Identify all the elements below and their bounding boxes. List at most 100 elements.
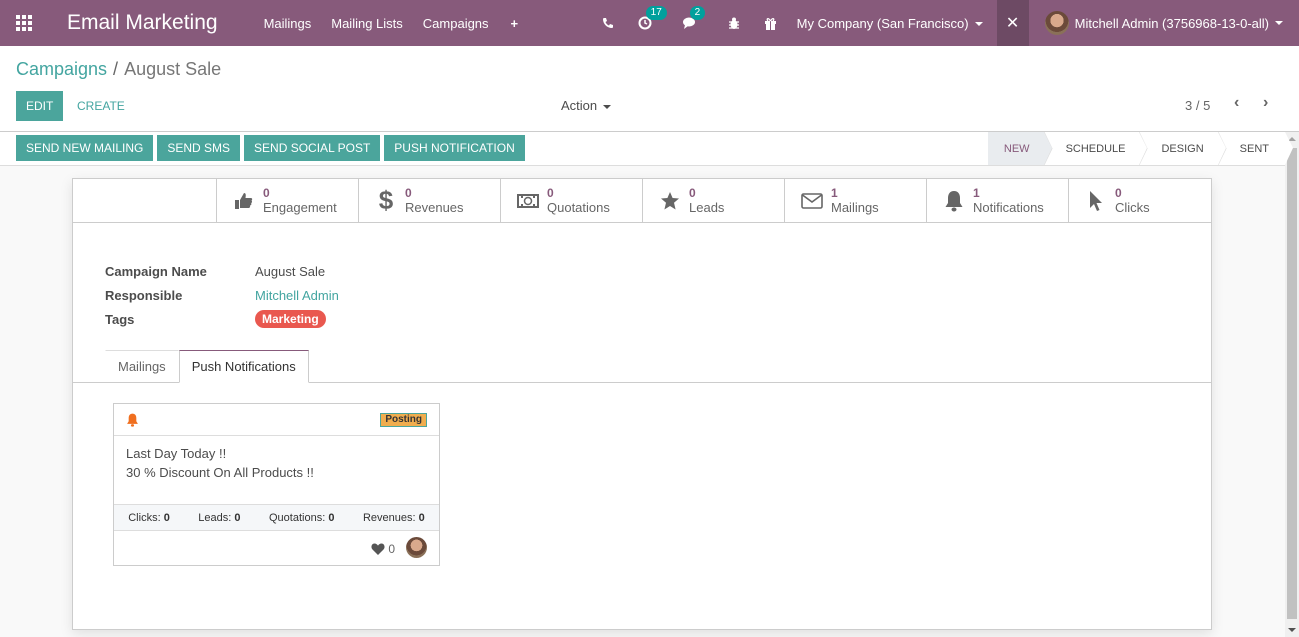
plus-icon[interactable]: + (511, 16, 519, 31)
stage-label: SCHEDULE (1065, 142, 1126, 155)
stat-value: 0 (234, 511, 241, 524)
scrollbar-thumb[interactable] (1287, 148, 1297, 619)
scroll-down-arrow-icon[interactable] (1288, 628, 1296, 632)
stat-label: Notifications (973, 199, 1044, 215)
smart-buttons: 0 Engagement $ 0 Revenues 0 Quotations 0 Lea… (216, 179, 1210, 223)
responsible-label: Responsible (105, 287, 183, 303)
card-line-1: Last Day Today !! (126, 446, 227, 461)
tags-label: Tags (105, 311, 135, 327)
stat-button-leads[interactable]: 0 Leads (642, 179, 784, 222)
action-dropdown[interactable]: Action (561, 98, 612, 113)
stage-label: DESIGN (1161, 142, 1204, 155)
form-statusbar: SEND NEW MAILING SEND SMS SEND SOCIAL PO… (0, 132, 1294, 166)
campaign-fields: Campaign Name August Sale Responsible Mitc… (105, 259, 339, 331)
company-switcher[interactable]: My Company (San Francisco) (797, 16, 983, 31)
stat-button-quotations[interactable]: 0 Quotations (500, 179, 642, 222)
stage-label: SENT (1239, 142, 1269, 155)
pager-previous-icon[interactable]: ‹ (1234, 94, 1239, 112)
bell-icon (943, 190, 965, 212)
card-stat-leads: Leads: 0 (198, 512, 240, 524)
stat-value: 0 (263, 185, 270, 200)
breadcrumb: Campaigns / August Sale (16, 59, 221, 80)
dollar-icon: $ (378, 185, 394, 215)
stat-label: Quotations (547, 199, 610, 215)
phone-icon[interactable] (602, 17, 614, 29)
create-button[interactable]: CREATE (77, 91, 125, 121)
stat-value: 0 (418, 511, 425, 524)
stat-label: Leads (689, 199, 725, 215)
thumbs-up-icon (233, 191, 255, 211)
user-name: Mitchell Admin (3756968-13-0-all) (1074, 15, 1269, 31)
stage-schedule[interactable]: SCHEDULE (1044, 132, 1149, 165)
stat-value: 0 (405, 185, 412, 200)
stat-label: Engagement (263, 199, 337, 215)
stat-button-revenues[interactable]: $ 0 Revenues (358, 179, 500, 222)
stat-label: Revenues (405, 199, 464, 215)
menu-mailings[interactable]: Mailings (264, 16, 312, 31)
campaign-name-value: August Sale (255, 263, 326, 279)
stage-design[interactable]: DESIGN (1139, 132, 1227, 165)
responsible-avatar[interactable] (406, 537, 427, 558)
like-count: 0 (388, 542, 395, 556)
card-stat-clicks: Clicks: 0 (128, 512, 170, 524)
vertical-scrollbar[interactable] (1285, 132, 1299, 637)
stat-button-mailings[interactable]: 1 Mailings (784, 179, 926, 222)
user-avatar (1044, 11, 1069, 35)
stat-value: 1 (831, 185, 838, 200)
edit-button[interactable]: EDIT (16, 91, 64, 121)
tab-push-notifications[interactable]: Push Notifications (178, 350, 309, 383)
stage-label: NEW (1003, 142, 1030, 155)
stat-value: 0 (547, 185, 554, 200)
gift-icon[interactable] (764, 17, 777, 30)
push-notification-button[interactable]: PUSH NOTIFICATION (384, 135, 525, 161)
like-button[interactable]: 0 (371, 542, 395, 556)
tab-mailings[interactable]: Mailings (105, 350, 179, 383)
stat-button-notifications[interactable]: 1 Notifications (926, 179, 1068, 222)
messages-badge: 2 (689, 6, 706, 20)
campaign-name-label: Campaign Name (105, 263, 207, 279)
form-sheet: 0 Engagement $ 0 Revenues 0 Quotations 0 Lea… (72, 178, 1212, 630)
responsible-link[interactable]: Mitchell Admin (255, 288, 339, 303)
stat-value: 0 (689, 185, 696, 200)
send-new-mailing-button[interactable]: SEND NEW MAILING (16, 135, 154, 161)
caret-down-icon (1275, 21, 1283, 25)
card-stat-revenues: Revenues: 0 (363, 512, 425, 524)
status-badge: Posting (380, 413, 427, 427)
caret-down-icon (603, 104, 612, 109)
push-notification-card[interactable]: Posting Last Day Today !! 30 % Discount … (113, 403, 440, 566)
company-name: My Company (San Francisco) (796, 15, 969, 31)
caret-down-icon (974, 22, 983, 27)
card-line-2: 30 % Discount On All Products !! (126, 465, 314, 480)
apps-grid-icon (16, 15, 32, 31)
menu-campaigns[interactable]: Campaigns (423, 16, 489, 31)
apps-menu-button[interactable] (0, 0, 48, 46)
app-title: Email Marketing (67, 11, 218, 34)
send-social-post-button[interactable]: SEND SOCIAL POST (244, 135, 381, 161)
stage-sent[interactable]: SENT (1218, 132, 1294, 165)
stat-value: 1 (973, 185, 980, 200)
action-label: Action (561, 98, 598, 113)
debug-tools-icon[interactable]: ✕ (996, 0, 1029, 46)
send-sms-button[interactable]: SEND SMS (157, 135, 241, 161)
stat-label: Leads: (198, 511, 232, 524)
breadcrumb-campaigns[interactable]: Campaigns (16, 59, 107, 79)
star-icon (659, 191, 681, 211)
pager-next-icon[interactable]: › (1263, 94, 1268, 112)
debug-bug-icon[interactable] (728, 17, 740, 30)
tag-marketing: Marketing (255, 310, 326, 328)
stat-value: 0 (163, 511, 170, 524)
control-panel: Campaigns / August Sale EDIT CREATE Action… (0, 46, 1299, 132)
stage-new[interactable]: NEW (987, 132, 1053, 165)
pager-value[interactable]: 3 / 5 (1185, 98, 1210, 113)
menu-mailing-lists[interactable]: Mailing Lists (331, 16, 403, 31)
user-menu[interactable]: Mitchell Admin (3756968-13-0-all) (1044, 11, 1283, 35)
stat-label: Quotations: (269, 511, 326, 524)
stat-button-engagement[interactable]: 0 Engagement (216, 179, 358, 222)
activity-clock-icon[interactable]: 17 (638, 6, 667, 30)
money-icon (517, 193, 539, 209)
messages-icon[interactable]: 2 (682, 6, 706, 30)
stat-label: Clicks (1115, 199, 1150, 215)
stat-button-clicks[interactable]: 0 Clicks (1068, 179, 1210, 222)
stat-value: 0 (328, 511, 335, 524)
bell-icon (126, 413, 139, 430)
